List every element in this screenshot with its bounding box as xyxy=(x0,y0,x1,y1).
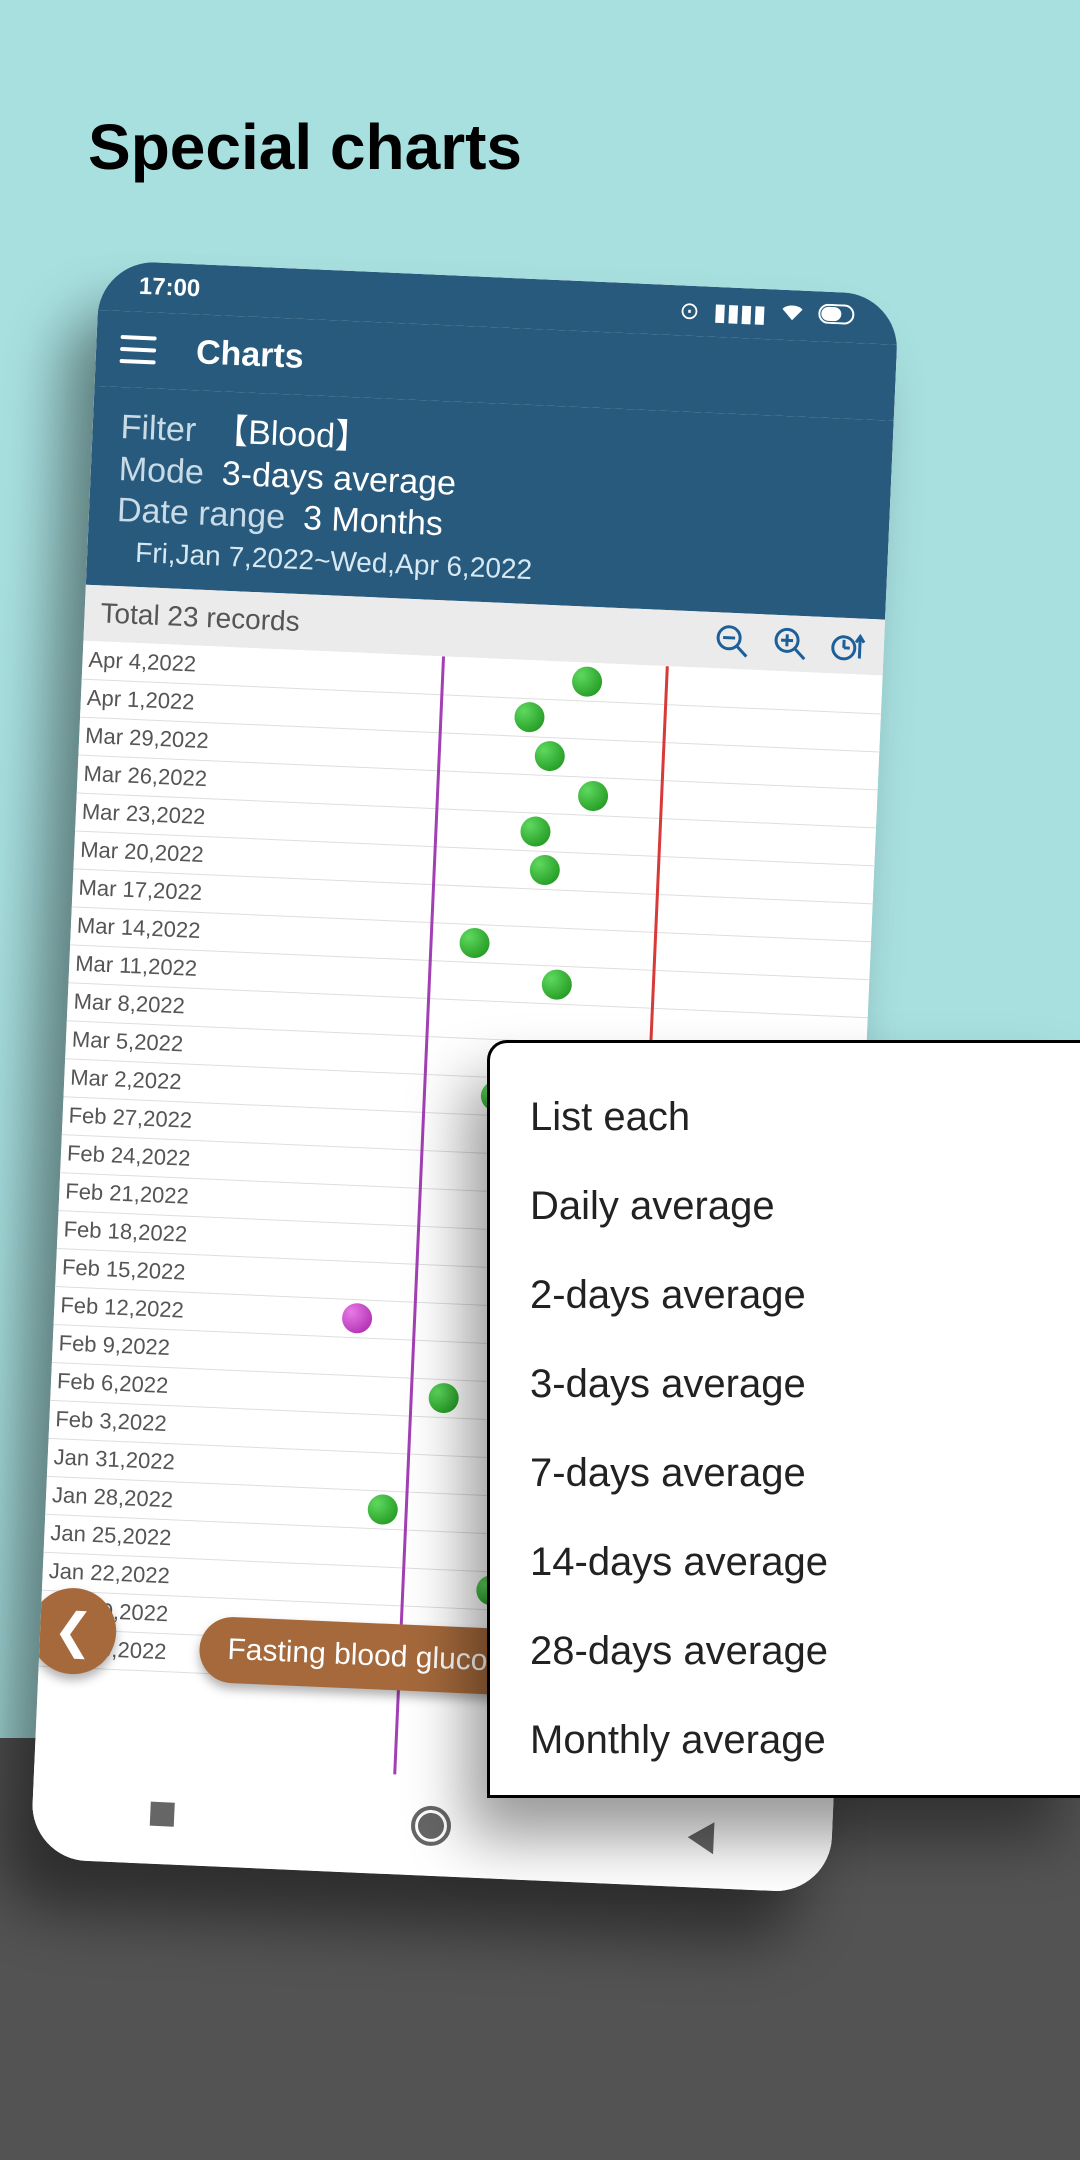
sort-time-icon[interactable] xyxy=(827,625,869,667)
y-tick-label: Feb 24,2022 xyxy=(66,1140,191,1171)
y-tick-label: Feb 21,2022 xyxy=(65,1178,190,1209)
y-tick-label: Jan 31,2022 xyxy=(53,1444,175,1475)
y-tick-label: Mar 2,2022 xyxy=(70,1064,182,1095)
y-tick-label: Mar 14,2022 xyxy=(76,913,201,944)
y-tick-label: Mar 8,2022 xyxy=(73,989,185,1020)
y-tick-label: Feb 6,2022 xyxy=(56,1368,168,1399)
recent-apps-icon[interactable] xyxy=(150,1802,175,1827)
mode-option[interactable]: 28-days average xyxy=(530,1607,1070,1696)
mode-option[interactable]: 7-days average xyxy=(530,1429,1070,1518)
y-tick-label: Mar 29,2022 xyxy=(85,723,210,754)
range-value: 3 Months xyxy=(302,499,443,544)
alarm-icon: ⊙ xyxy=(679,296,700,326)
y-tick-label: Mar 5,2022 xyxy=(71,1027,183,1058)
mode-label: Mode xyxy=(118,450,205,493)
y-tick-label: Feb 18,2022 xyxy=(63,1216,188,1247)
y-tick-label: Feb 3,2022 xyxy=(55,1406,167,1437)
y-tick-label: Feb 15,2022 xyxy=(61,1254,186,1285)
range-label: Date range xyxy=(116,491,286,537)
y-tick-label: Feb 12,2022 xyxy=(60,1292,185,1323)
y-tick-label: Mar 20,2022 xyxy=(80,837,205,868)
y-tick-label: Mar 11,2022 xyxy=(75,951,198,982)
mode-option[interactable]: 3-days average xyxy=(530,1340,1070,1429)
mode-option[interactable]: 14-days average xyxy=(530,1518,1070,1607)
y-tick-label: Feb 27,2022 xyxy=(68,1102,193,1133)
wifi-icon xyxy=(780,299,805,331)
y-tick-label: Apr 1,2022 xyxy=(86,685,195,716)
status-time: 17:00 xyxy=(138,273,201,304)
y-tick-label: Mar 17,2022 xyxy=(78,875,203,906)
y-tick-label: Mar 26,2022 xyxy=(83,761,208,792)
y-tick-label: Jan 28,2022 xyxy=(52,1482,174,1513)
mode-option[interactable]: Daily average xyxy=(530,1162,1070,1251)
records-summary: Total 23 records xyxy=(100,597,300,638)
y-tick-label: Apr 4,2022 xyxy=(88,647,197,678)
signal-icon: ▮▮▮▮ xyxy=(713,297,767,328)
back-icon[interactable] xyxy=(687,1821,714,1854)
appbar-title: Charts xyxy=(195,333,304,377)
battery-icon xyxy=(818,302,859,332)
mode-option[interactable]: Monthly average xyxy=(530,1696,1070,1785)
zoom-out-icon[interactable] xyxy=(711,620,753,662)
y-tick-label: Feb 9,2022 xyxy=(58,1330,170,1361)
filter-value: 【Blood】 xyxy=(213,403,370,459)
y-tick-label: Mar 23,2022 xyxy=(81,799,206,830)
mode-option[interactable]: 2-days average xyxy=(530,1251,1070,1340)
menu-icon[interactable] xyxy=(120,335,157,365)
mode-popup: List eachDaily average2-days average3-da… xyxy=(487,1040,1080,1798)
mode-option[interactable]: List each xyxy=(530,1073,1070,1162)
y-tick-label: Jan 25,2022 xyxy=(50,1520,172,1551)
chart-settings: Filter 【Blood】 Mode 3-days average Date … xyxy=(86,386,894,620)
home-icon[interactable] xyxy=(410,1805,452,1847)
y-tick-label: Jan 22,2022 xyxy=(48,1558,170,1589)
page-title: Special charts xyxy=(88,110,522,184)
filter-label: Filter xyxy=(120,408,197,450)
zoom-in-icon[interactable] xyxy=(769,623,811,665)
